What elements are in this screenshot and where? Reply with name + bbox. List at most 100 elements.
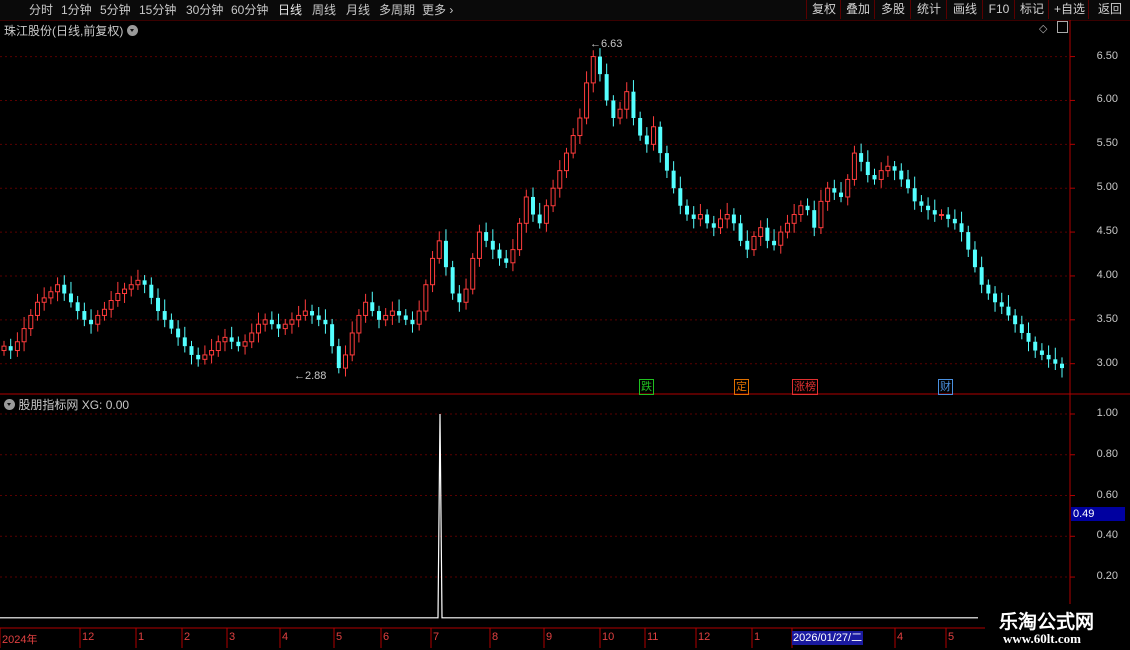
candle-body — [570, 135, 576, 154]
candle-body — [55, 284, 61, 293]
candle-body — [845, 178, 851, 198]
candle-body — [617, 108, 623, 119]
candle-body — [812, 210, 817, 228]
candle-body — [563, 152, 569, 172]
date-tick-label: 2024年 — [2, 634, 38, 646]
candle-body — [389, 310, 395, 316]
candle-body — [765, 227, 770, 241]
candle-body — [21, 328, 27, 343]
event-tag-2[interactable]: 涨榜 — [792, 379, 818, 395]
price-tick-label: 3.00 — [1096, 356, 1118, 369]
date-tick-label: 12 — [82, 631, 95, 643]
candle-body — [738, 223, 743, 241]
candle-body — [577, 117, 583, 137]
chevron-down-icon[interactable] — [4, 399, 15, 410]
date-tick-label: 5 — [948, 631, 955, 643]
high-price-label: ←6.63 — [590, 38, 623, 50]
date-tick-label: 9 — [546, 631, 553, 643]
candle-body — [938, 214, 944, 217]
candle-body — [142, 280, 147, 285]
candle-body — [731, 214, 736, 224]
candle-body — [791, 214, 797, 224]
indicator-panel-header: 股朋指标网 XG: 0.00 — [4, 396, 129, 413]
candle-body — [336, 346, 341, 369]
candle-body — [678, 188, 683, 206]
candle-body — [484, 232, 489, 241]
candle-body — [356, 314, 362, 334]
candle-body — [349, 332, 355, 356]
candle-body — [839, 192, 844, 197]
candle-body — [550, 187, 556, 207]
candle-body — [798, 205, 804, 216]
candle-body — [149, 284, 154, 298]
stock-title: 珠江股份(日线,前复权) — [4, 24, 124, 38]
candle-body — [1039, 350, 1044, 355]
candle-body — [1006, 306, 1011, 316]
diamond-icon[interactable]: ◇ — [1039, 23, 1047, 35]
candle-body — [805, 205, 810, 211]
candle-body — [972, 249, 977, 268]
candle-body — [510, 249, 516, 264]
candle-body — [638, 117, 643, 136]
candle-body — [202, 354, 208, 360]
candle-body — [101, 308, 107, 316]
candle-body — [156, 297, 161, 312]
candle-body — [82, 311, 87, 320]
chevron-down-icon[interactable] — [126, 25, 138, 36]
candle-body — [282, 323, 288, 330]
main-panel-header: 珠江股份(日线,前复权) — [4, 22, 138, 39]
candle-body — [885, 165, 891, 172]
candle-body — [664, 153, 669, 171]
candle-body — [457, 293, 462, 303]
candle-body — [557, 170, 563, 189]
candle-body — [584, 82, 590, 119]
event-tag-0[interactable]: 跌 — [639, 379, 654, 395]
price-tick-label: 5.50 — [1096, 137, 1118, 150]
candle-body — [685, 205, 690, 215]
cursor-date-box: 2026/01/27/二 — [792, 631, 864, 645]
candle-body — [296, 314, 302, 321]
candle-body — [832, 188, 837, 193]
candle-body — [397, 311, 402, 316]
candle-body — [979, 267, 984, 285]
candle-body — [343, 354, 349, 369]
panel-toggle-icon[interactable] — [1056, 21, 1068, 33]
candle-body — [196, 354, 201, 360]
indicator-tick-label: 0.60 — [1096, 488, 1118, 501]
event-tag-1[interactable]: 定 — [734, 379, 749, 395]
candle-body — [851, 152, 857, 180]
candle-body — [236, 341, 241, 347]
candle-body — [108, 300, 114, 310]
low-arrow-icon: ← — [294, 370, 305, 382]
candle-body — [1019, 324, 1024, 333]
candle-body — [999, 302, 1004, 307]
candle-body — [115, 292, 121, 302]
candle-body — [1, 345, 7, 352]
candle-body — [892, 166, 897, 171]
candle-body — [611, 100, 616, 118]
candle-body — [229, 337, 234, 342]
candle-body — [376, 311, 381, 320]
date-tick-label: 5 — [336, 631, 343, 643]
candle-body — [403, 315, 408, 320]
candle-body — [162, 311, 167, 320]
candle-body — [470, 257, 476, 290]
candle-body — [14, 341, 20, 352]
candle-body — [504, 258, 509, 263]
price-tick-label: 4.50 — [1096, 225, 1118, 238]
watermark-url: www.60lt.com — [1003, 631, 1081, 646]
candle-body — [959, 223, 964, 233]
candle-body — [952, 218, 957, 224]
candle-body — [745, 240, 750, 250]
date-tick-label: 3 — [229, 631, 236, 643]
candle-body — [249, 332, 255, 343]
candle-body — [410, 319, 415, 325]
candle-body — [543, 205, 549, 224]
candle-body — [1026, 332, 1031, 342]
candle-body — [128, 284, 134, 290]
candle-body — [912, 188, 917, 202]
candle-body — [302, 310, 308, 316]
price-tick-label: 4.00 — [1096, 268, 1118, 281]
candle-body — [671, 170, 676, 189]
event-tag-3[interactable]: 财 — [938, 379, 953, 395]
